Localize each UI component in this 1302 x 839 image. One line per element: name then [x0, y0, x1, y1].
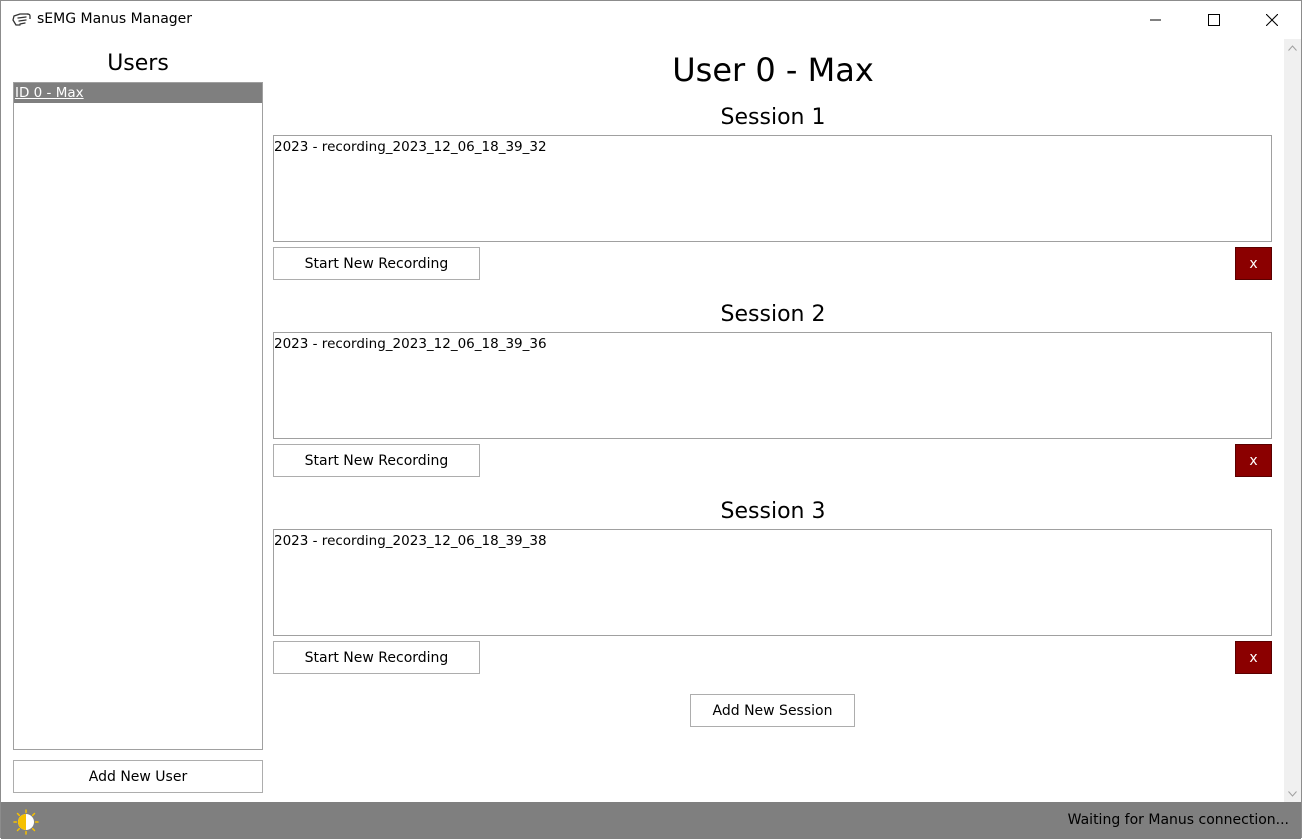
user-title: User 0 - Max [672, 51, 874, 89]
add-user-button[interactable]: Add New User [13, 760, 263, 793]
user-list-item-label: ID 0 - Max [15, 85, 84, 101]
users-list[interactable]: ID 0 - Max [13, 82, 263, 750]
chevron-up-icon [1288, 44, 1297, 51]
theme-toggle-icon[interactable] [13, 809, 39, 835]
session-3-title: Session 3 [720, 499, 826, 524]
scroll-down-button[interactable] [1284, 785, 1301, 802]
session-3-delete-button[interactable]: x [1235, 641, 1272, 674]
add-session-button[interactable]: Add New Session [690, 694, 855, 727]
app-window: sEMG Manus Manager Users ID 0 - Max Add … [0, 0, 1302, 839]
session-3-recordings-list[interactable]: 2023 - recording_2023_12_06_18_39_38 [273, 529, 1272, 636]
session-3-start-recording-button[interactable]: Start New Recording [273, 641, 480, 674]
maximize-icon [1208, 14, 1220, 26]
session-2-start-recording-button[interactable]: Start New Recording [273, 444, 480, 477]
minimize-button[interactable] [1127, 1, 1185, 39]
status-bar: Waiting for Manus connection... [1, 802, 1301, 839]
user-list-item[interactable]: ID 0 - Max [14, 83, 262, 103]
session-2-recordings-list[interactable]: 2023 - recording_2023_12_06_18_39_36 [273, 332, 1272, 439]
hand-icon [12, 13, 31, 26]
vertical-scrollbar[interactable] [1284, 39, 1301, 802]
recording-item[interactable]: 2023 - recording_2023_12_06_18_39_36 [274, 336, 547, 352]
title-bar[interactable]: sEMG Manus Manager [1, 1, 1301, 39]
window-title: sEMG Manus Manager [37, 11, 193, 27]
scroll-up-button[interactable] [1284, 39, 1301, 56]
session-2-title: Session 2 [720, 302, 826, 327]
recording-item[interactable]: 2023 - recording_2023_12_06_18_39_32 [274, 139, 547, 155]
status-text: Waiting for Manus connection... [1067, 812, 1289, 828]
close-icon [1266, 14, 1278, 26]
session-1-title: Session 1 [720, 105, 826, 130]
chevron-down-icon [1288, 790, 1297, 797]
minimize-icon [1150, 19, 1161, 21]
session-1-delete-button[interactable]: x [1235, 247, 1272, 280]
maximize-button[interactable] [1185, 1, 1243, 39]
close-button[interactable] [1243, 1, 1301, 39]
recording-item[interactable]: 2023 - recording_2023_12_06_18_39_38 [274, 533, 547, 549]
session-2-delete-button[interactable]: x [1235, 444, 1272, 477]
session-1-start-recording-button[interactable]: Start New Recording [273, 247, 480, 280]
session-1-recordings-list[interactable]: 2023 - recording_2023_12_06_18_39_32 [273, 135, 1272, 242]
users-heading: Users [107, 51, 169, 76]
